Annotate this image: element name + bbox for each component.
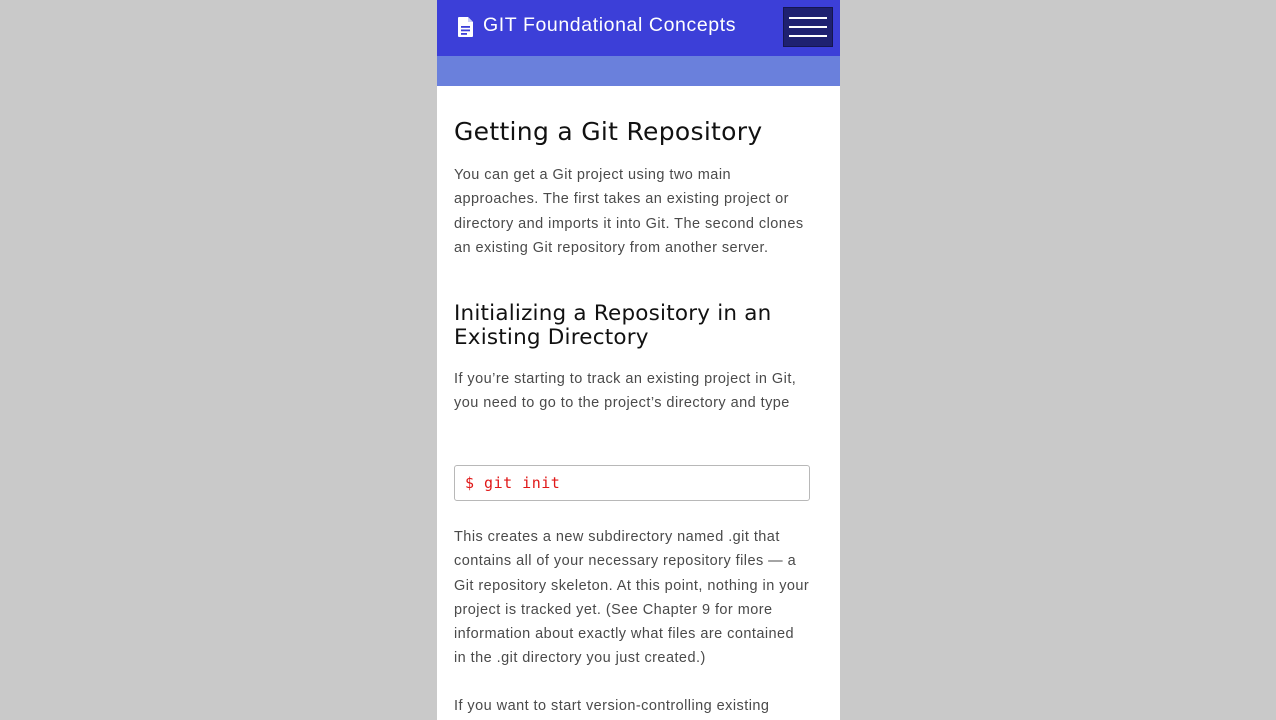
hamburger-menu-button[interactable] <box>783 7 833 47</box>
top-app-bar: GIT Foundational Concepts <box>437 0 840 56</box>
explanation-paragraph: This creates a new subdirectory named .g… <box>454 529 810 667</box>
app-title: GIT Foundational Concepts <box>483 14 737 36</box>
code-block[interactable]: $ git init <box>454 465 810 501</box>
section-heading: Initializing a Repository in an Existing… <box>454 301 772 350</box>
app-viewport: GIT Foundational Concepts Getting a Git … <box>437 0 840 720</box>
document-icon <box>458 17 473 37</box>
intro-paragraph: You can get a Git project using two main… <box>454 167 804 256</box>
page-heading: Getting a Git Repository <box>454 117 763 146</box>
init-paragraph: If you’re starting to track an existing … <box>454 371 797 412</box>
secondary-bar <box>437 56 840 86</box>
code-command: $ git init <box>465 474 561 492</box>
next-paragraph: If you want to start version-controlling… <box>454 698 770 714</box>
